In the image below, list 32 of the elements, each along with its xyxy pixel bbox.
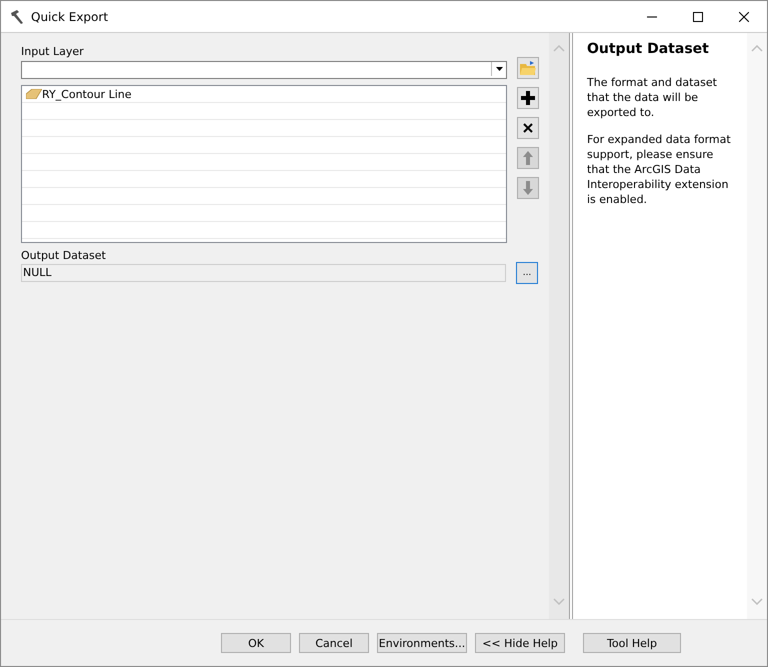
arrow-up-icon (523, 151, 533, 165)
hammer-icon (9, 8, 25, 24)
dialog-button[interactable]: Cancel (299, 633, 369, 653)
input-layer-label: Input Layer (21, 45, 85, 58)
help-paragraph: For expanded data format support, please ensure that the ArcGIS Data Interoperability extension is enabled. (587, 132, 732, 207)
dialog-button[interactable]: OK (221, 633, 291, 653)
help-title: Output Dataset (587, 41, 710, 57)
plus-icon (521, 91, 535, 105)
window-title: Quick Export (31, 10, 110, 24)
line-layer-icon (26, 89, 42, 99)
arrow-down-icon (523, 181, 533, 195)
output-dataset-field[interactable]: NULL (21, 264, 506, 282)
remove-button[interactable] (517, 117, 539, 139)
folder-icon (520, 61, 536, 75)
scroll-up-icon[interactable] (751, 45, 763, 52)
close-icon[interactable] (739, 12, 749, 22)
dialog-button[interactable]: Tool Help (583, 633, 681, 653)
input-layer-dropdown[interactable] (21, 61, 507, 79)
scroll-down-icon[interactable] (751, 598, 763, 605)
scroll-up-icon[interactable] (553, 45, 565, 52)
dropdown-arrow-icon (496, 67, 502, 71)
maximize-icon[interactable] (693, 12, 703, 22)
browse-button[interactable]: ... (516, 262, 538, 284)
dialog-button[interactable]: Environments... (377, 633, 467, 653)
close-icon (523, 123, 533, 133)
browse-button[interactable] (517, 57, 539, 79)
dialog-button[interactable]: << Hide Help (475, 633, 565, 653)
add-button[interactable] (517, 87, 539, 109)
scroll-down-icon[interactable] (553, 598, 565, 605)
help-paragraph: The format and dataset that the data will be exported to. (587, 75, 718, 120)
layer-name[interactable]: RY_Contour Line (42, 88, 132, 100)
output-dataset-label: Output Dataset (21, 249, 107, 262)
